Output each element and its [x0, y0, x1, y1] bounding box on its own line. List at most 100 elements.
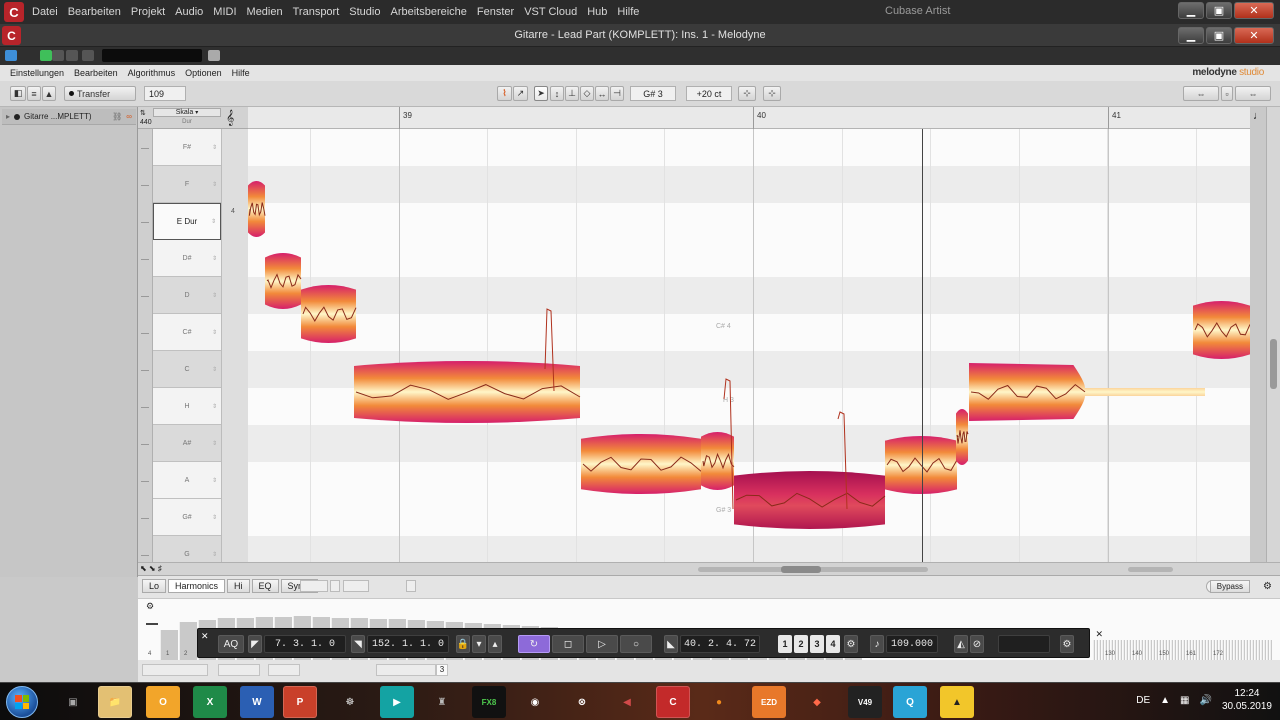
- key-toggle-icon[interactable]: ⇕: [212, 255, 217, 262]
- zoom-fit-icon[interactable]: ▫: [1221, 86, 1233, 101]
- key-toggle-icon[interactable]: ⇕: [212, 292, 217, 299]
- melodyne-menu-item[interactable]: Einstellungen: [10, 68, 64, 78]
- pitch-tool-icon[interactable]: ↕: [550, 86, 564, 101]
- audio-tool-icon[interactable]: ◉: [518, 686, 552, 718]
- key-toggle-icon[interactable]: ⇕: [212, 144, 217, 151]
- tab-hi[interactable]: Hi: [227, 579, 250, 593]
- melodyne-menu-item[interactable]: Algorithmus: [128, 68, 176, 78]
- q-app-icon[interactable]: Q: [893, 686, 927, 718]
- cubase-menu-item[interactable]: Audio: [175, 6, 203, 18]
- transfer-button[interactable]: Transfer: [64, 86, 136, 101]
- note-blob[interactable]: [734, 471, 885, 529]
- key-toggle-icon[interactable]: ⇕: [212, 181, 217, 188]
- tuning-arrows-icon[interactable]: ⇅: [140, 109, 146, 117]
- marker-button-1[interactable]: 1: [778, 635, 792, 653]
- record-enable-icon[interactable]: [14, 113, 21, 120]
- note-blob[interactable]: [969, 363, 1205, 421]
- harmonic-bar[interactable]: [179, 622, 197, 660]
- pitch-editor[interactable]: C# 4H 3 G# 3: [248, 129, 1250, 562]
- triangle-app-icon[interactable]: ▲: [940, 686, 974, 718]
- key-toggle-icon[interactable]: ⇕: [211, 218, 216, 225]
- treble-clef-icon[interactable]: 𝄞: [226, 109, 234, 126]
- ezd-icon[interactable]: EZD: [752, 686, 786, 718]
- console-icon[interactable]: ▣: [56, 686, 90, 718]
- left-locator-display[interactable]: 7. 3. 1. 0: [264, 635, 346, 653]
- formant-tool-icon[interactable]: ⊥: [565, 86, 579, 101]
- range-control-4[interactable]: [376, 664, 436, 676]
- explorer-icon[interactable]: 📁: [98, 686, 132, 718]
- transport-menu-icon[interactable]: ⚙: [1060, 635, 1074, 653]
- zoom-vertical-slider[interactable]: ⇔: [1235, 86, 1271, 101]
- bypass-icon[interactable]: [66, 50, 78, 61]
- scale-dropdown[interactable]: Skala ▾: [153, 108, 221, 117]
- scale-key[interactable]: C ⇕: [153, 351, 221, 389]
- note-blob[interactable]: [1193, 301, 1250, 359]
- speaker-icon[interactable]: 🔊: [1199, 695, 1211, 706]
- punch-in-icon[interactable]: ▾: [472, 635, 486, 653]
- word-icon[interactable]: W: [240, 686, 274, 718]
- clock[interactable]: 12:24 30.05.2019: [1222, 687, 1272, 713]
- scale-key[interactable]: F# ⇕: [153, 129, 221, 166]
- melodyne-menu-item[interactable]: Hilfe: [232, 68, 250, 78]
- note-blob[interactable]: [301, 285, 356, 343]
- key-toggle-icon[interactable]: ⇕: [212, 403, 217, 410]
- cubase-menu-item[interactable]: Transport: [293, 6, 340, 18]
- key-toggle-icon[interactable]: ⇕: [212, 440, 217, 447]
- cubase-menu-item[interactable]: MIDI: [213, 6, 236, 18]
- record-app-icon[interactable]: ⊗: [565, 686, 599, 718]
- metronome-icon[interactable]: ◭: [954, 635, 968, 653]
- scale-key[interactable]: E Dur ⇕: [153, 203, 221, 241]
- marker-button-3[interactable]: 3: [810, 635, 824, 653]
- pitch-drift-icon[interactable]: ↗: [513, 86, 528, 101]
- scale-key[interactable]: A# ⇕: [153, 425, 221, 463]
- excel-icon[interactable]: X: [193, 686, 227, 718]
- pointer-tool-icon[interactable]: ➤: [534, 86, 548, 101]
- cubase-logo-icon[interactable]: C: [4, 2, 24, 22]
- playhead[interactable]: [922, 129, 923, 562]
- cubase-menu-item[interactable]: Studio: [349, 6, 380, 18]
- close-icon[interactable]: ✕: [1234, 2, 1274, 19]
- cubase-menu-item[interactable]: Arbeitsbereiche: [390, 6, 466, 18]
- click-off-icon[interactable]: ⊘: [970, 635, 984, 653]
- range-control-1[interactable]: [142, 664, 208, 676]
- tray-expand-icon[interactable]: ▲: [1160, 695, 1170, 706]
- auto-quantize-button[interactable]: AQ: [218, 635, 244, 653]
- note-icon[interactable]: ♩: [1253, 110, 1264, 122]
- transport-settings-icon[interactable]: ⚙: [844, 635, 858, 653]
- tab-lo[interactable]: Lo: [142, 579, 167, 593]
- undo-icon[interactable]: [330, 580, 340, 592]
- link-toggle[interactable]: [300, 580, 328, 592]
- outlook-icon[interactable]: O: [146, 686, 180, 718]
- transport-close-icon[interactable]: ✕: [201, 631, 209, 642]
- scale-key[interactable]: G# ⇕: [153, 499, 221, 537]
- position-display[interactable]: 40. 2. 4. 72: [680, 635, 760, 653]
- marker-button-4[interactable]: 4: [826, 635, 840, 653]
- horizontal-scrollbar[interactable]: ⬉ ⬊ ♯: [138, 562, 1280, 575]
- scale-key[interactable]: A ⇕: [153, 462, 221, 500]
- cubase-menu-item[interactable]: VST Cloud: [524, 6, 577, 18]
- link-icon[interactable]: ⛓: [112, 112, 122, 121]
- compare-icon[interactable]: [82, 50, 94, 61]
- tuning-label[interactable]: 440: [140, 119, 152, 126]
- tab-harmonics[interactable]: Harmonics: [168, 579, 226, 593]
- helm-icon[interactable]: ☸: [333, 686, 367, 718]
- range-control-2[interactable]: [218, 664, 260, 676]
- timing-tool-icon[interactable]: ↔: [595, 86, 609, 101]
- plugin-close-icon[interactable]: ✕: [1234, 27, 1274, 44]
- cubase-menu-item[interactable]: Datei: [32, 6, 58, 18]
- maximize-icon[interactable]: ▣: [1206, 2, 1232, 19]
- range-control-3[interactable]: [268, 664, 300, 676]
- cubase-menu-item[interactable]: Hilfe: [617, 6, 639, 18]
- pitch-snap-icon[interactable]: ⌇: [497, 86, 512, 101]
- play-button[interactable]: ▷: [586, 635, 618, 653]
- melodyne-taskbar-icon[interactable]: ●: [702, 686, 736, 718]
- footer-value[interactable]: 3: [436, 664, 448, 676]
- separation-tool-icon[interactable]: ⊣: [610, 86, 624, 101]
- cubase-menu-item[interactable]: Hub: [587, 6, 607, 18]
- record-button[interactable]: ○: [620, 635, 652, 653]
- fx8-icon[interactable]: FX8: [472, 686, 506, 718]
- key-toggle-icon[interactable]: ⇕: [212, 366, 217, 373]
- media-icon[interactable]: ▶: [380, 686, 414, 718]
- waveform-icon[interactable]: ▲: [42, 86, 56, 101]
- tab-eq[interactable]: EQ: [251, 579, 279, 593]
